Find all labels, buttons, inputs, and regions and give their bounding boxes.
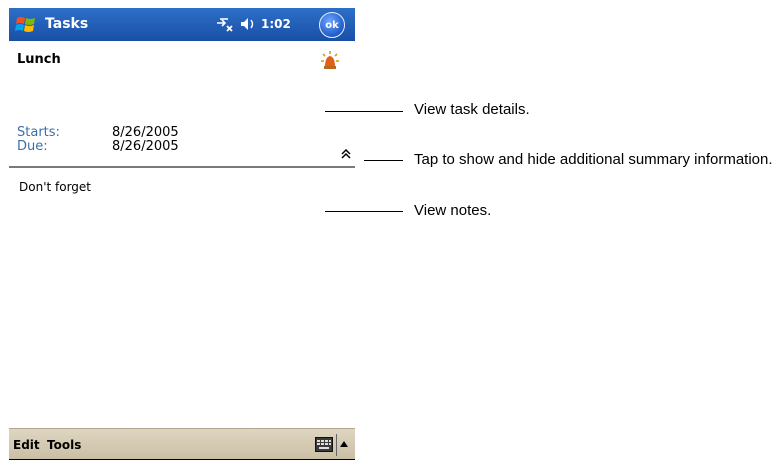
keyboard-icon[interactable] xyxy=(315,437,333,452)
callout-line-summary xyxy=(364,160,403,161)
notes-area[interactable]: Don't forget xyxy=(9,168,355,426)
starts-row[interactable]: Starts: 8/26/2005 xyxy=(17,125,179,140)
callout-summary-toggle: Tap to show and hide additional summary … xyxy=(414,151,773,168)
menu-bar: Edit Tools xyxy=(9,428,355,460)
connectivity-icon[interactable] xyxy=(214,15,234,33)
pocket-pc-screen: Tasks 1:02 ok Lunch Starts: 8/26/2005 Due… xyxy=(9,8,355,460)
app-title: Tasks xyxy=(45,16,89,32)
starts-value: 8/26/2005 xyxy=(112,125,179,140)
input-selector-arrow-icon[interactable] xyxy=(340,441,348,447)
collapse-summary-icon[interactable] xyxy=(341,149,351,159)
clock[interactable]: 1:02 xyxy=(261,17,291,31)
menu-edit[interactable]: Edit xyxy=(13,438,40,452)
ok-button[interactable]: ok xyxy=(319,12,345,38)
task-title[interactable]: Lunch xyxy=(17,52,61,67)
input-separator xyxy=(336,434,337,456)
callout-line-notes xyxy=(325,211,403,212)
callout-task-details: View task details. xyxy=(414,101,530,118)
title-bar: Tasks 1:02 ok xyxy=(9,8,355,41)
callout-line-details xyxy=(325,111,403,112)
due-row[interactable]: Due: 8/26/2005 xyxy=(17,139,179,154)
menu-tools[interactable]: Tools xyxy=(47,438,81,452)
due-value: 8/26/2005 xyxy=(112,139,179,154)
high-priority-icon xyxy=(321,51,339,69)
volume-icon[interactable] xyxy=(239,16,257,32)
notes-text: Don't forget xyxy=(19,180,91,194)
starts-label: Starts: xyxy=(17,125,60,140)
start-menu-icon[interactable] xyxy=(14,13,38,35)
callout-view-notes: View notes. xyxy=(414,202,492,219)
bottom-edge xyxy=(9,459,355,460)
due-label: Due: xyxy=(17,139,48,154)
